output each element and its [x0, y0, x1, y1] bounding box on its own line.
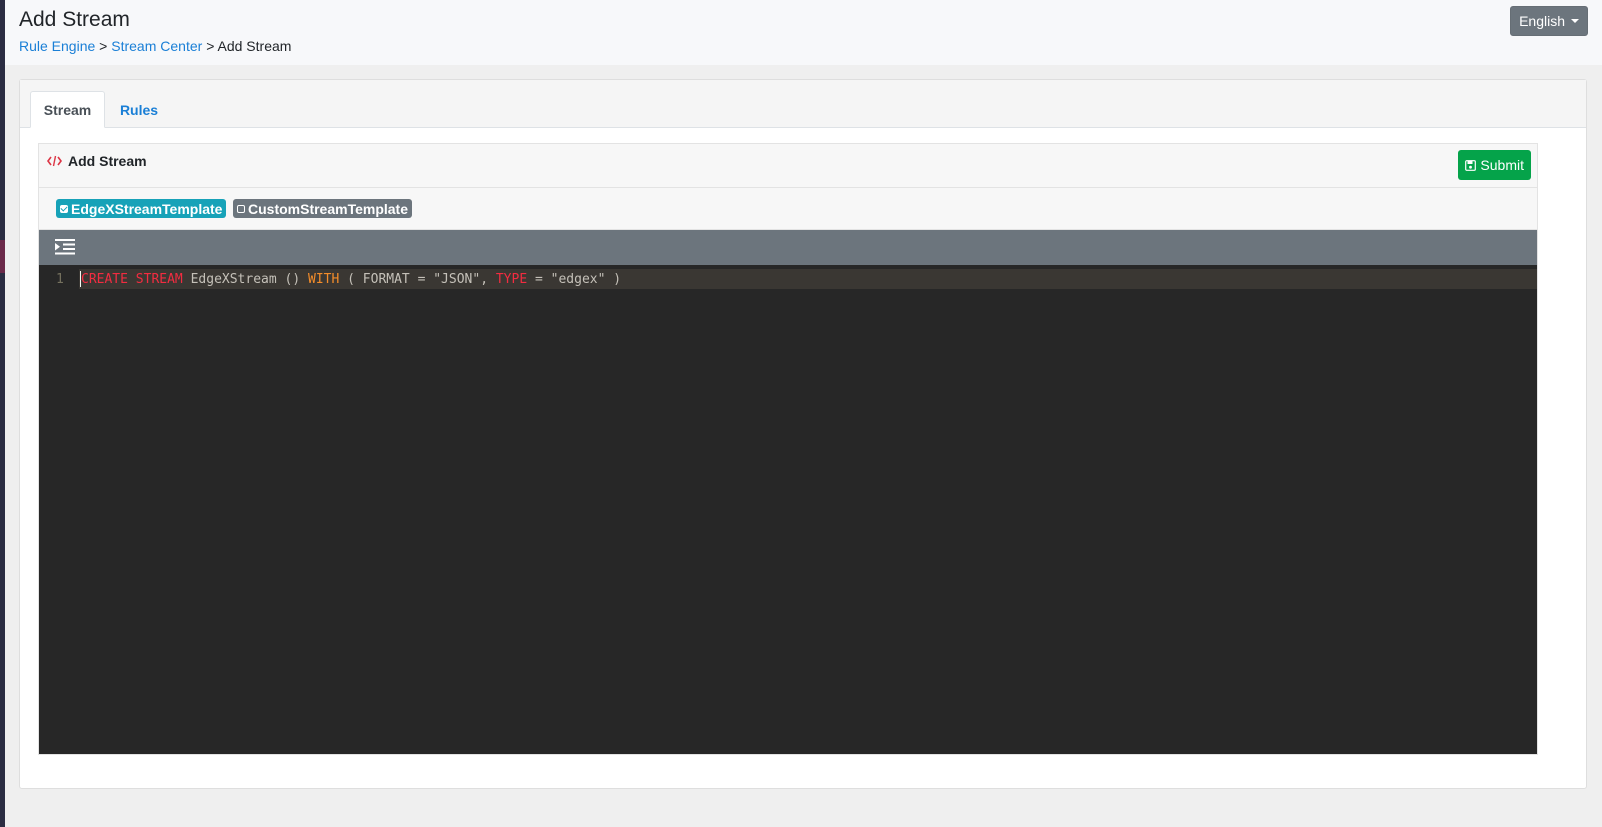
template-selector: EdgeXStreamTemplate CustomStreamTemplate [39, 188, 1537, 230]
breadcrumb-separator: > [206, 38, 215, 54]
submit-button[interactable]: Submit [1458, 150, 1531, 180]
sidebar-accent [0, 240, 5, 273]
code-token: ( FORMAT = "JSON", [339, 272, 496, 287]
line-number: 1 [56, 272, 64, 287]
page-header: Add Stream Rule Engine > Stream Center >… [5, 0, 1602, 65]
sql-editor[interactable]: 1 CREATE STREAM EdgeXStream () WITH ( FO… [39, 265, 1537, 754]
unchecked-box-icon [237, 204, 245, 213]
panel-title-text: Add Stream [68, 153, 147, 169]
caret-down-icon [1571, 19, 1579, 23]
tab-stream[interactable]: Stream [30, 91, 105, 128]
checked-box-icon [60, 204, 68, 213]
code-line: CREATE STREAM EdgeXStream () WITH ( FORM… [81, 272, 621, 287]
save-icon [1465, 159, 1477, 171]
main-card: Stream Rules Add Stream Submit EdgeXStre… [19, 79, 1587, 789]
code-token: = "edgex" ) [527, 272, 622, 287]
indent-icon[interactable] [55, 239, 75, 255]
panel-title: Add Stream [47, 153, 147, 169]
custom-template-checkbox[interactable]: CustomStreamTemplate [233, 199, 413, 218]
breadcrumb-separator: > [99, 38, 108, 54]
code-token: EdgeXStream () [182, 272, 308, 287]
code-icon [47, 155, 62, 167]
template-label: CustomStreamTemplate [248, 200, 409, 217]
panel-header: Add Stream Submit [39, 144, 1537, 188]
page-title: Add Stream [19, 8, 130, 31]
breadcrumb-rule-engine[interactable]: Rule Engine [19, 38, 95, 54]
language-dropdown[interactable]: English [1510, 6, 1588, 36]
breadcrumb-current: Add Stream [217, 38, 292, 54]
template-label: EdgeXStreamTemplate [71, 200, 223, 217]
language-label: English [1519, 13, 1565, 29]
tab-rules[interactable]: Rules [110, 91, 168, 128]
keyword-token: CREATE [81, 272, 128, 287]
add-stream-panel: Add Stream Submit EdgeXStreamTemplate Cu… [38, 143, 1538, 755]
keyword-token: WITH [308, 272, 340, 287]
breadcrumb-stream-center[interactable]: Stream Center [111, 38, 202, 54]
edgex-template-checkbox[interactable]: EdgeXStreamTemplate [56, 199, 227, 218]
breadcrumb: Rule Engine > Stream Center > Add Stream [19, 38, 291, 54]
tab-bar: Stream Rules [20, 80, 1586, 128]
editor-toolbar [39, 230, 1537, 265]
keyword-token: TYPE [495, 272, 528, 287]
submit-label: Submit [1480, 157, 1524, 173]
left-sidebar-strip [0, 0, 5, 827]
keyword-token: STREAM [135, 272, 183, 287]
